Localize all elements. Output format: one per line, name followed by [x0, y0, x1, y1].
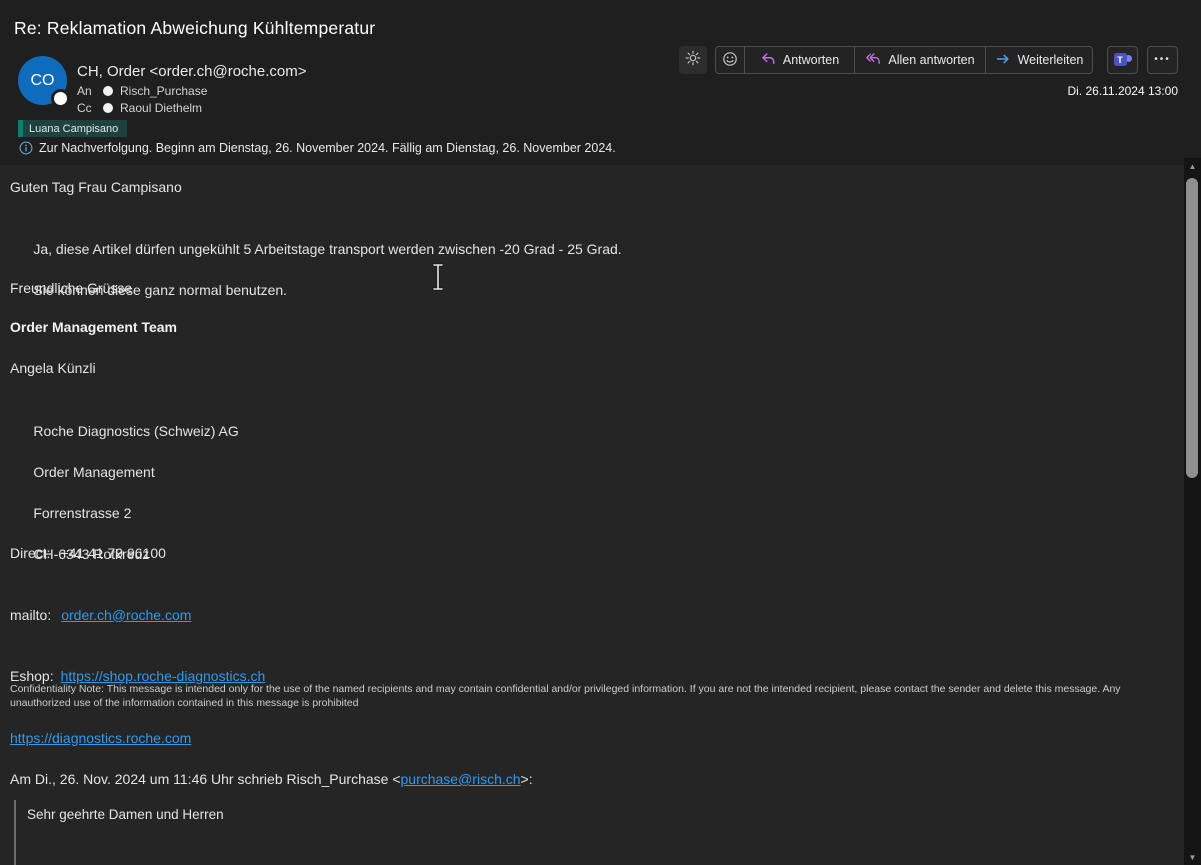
scroll-up-arrow-icon[interactable]: ▲ [1184, 162, 1201, 171]
quoted-message-header: Am Di., 26. Nov. 2024 um 11:46 Uhr schri… [10, 769, 533, 790]
reply-actions-group: Antworten Allen antworten Weiterleiten [715, 46, 1093, 74]
signature-contact-block: Direct: +41 41 79 96100 mailto: order.ch@r… [10, 502, 265, 789]
followup-flag-row: Zur Nachverfolgung. Beginn am Dienstag, … [19, 141, 616, 155]
mailto-row: mailto: order.ch@roche.com [10, 605, 265, 626]
cc-recipient[interactable]: Raoul Diethelm [120, 101, 202, 115]
info-icon [19, 141, 33, 155]
vertical-scrollbar[interactable]: ▲ ▼ [1184, 158, 1201, 865]
email-reading-pane: Re: Reklamation Abweichung Kühltemperatu… [0, 0, 1201, 865]
signature-name: Angela Künzli [10, 358, 96, 379]
quoted-greeting: Sehr geehrte Damen und Herren [27, 807, 224, 822]
category-tag[interactable]: Luana Campisano [18, 120, 127, 137]
direct-phone-row: Direct: +41 41 79 96100 [10, 543, 265, 564]
mailto-label: mailto: [10, 607, 51, 623]
to-recipients-row: An Risch_Purchase [77, 84, 207, 98]
confidentiality-note: Confidentiality Note: This message is in… [10, 682, 1175, 710]
reply-arrow-icon [760, 51, 776, 70]
forward-button-label: Weiterleiten [1018, 53, 1084, 67]
message-date: Di. 26.11.2024 13:00 [1067, 84, 1178, 98]
cc-label: Cc [77, 101, 97, 115]
more-actions-button[interactable]: ••• [1147, 46, 1178, 74]
followup-text: Zur Nachverfolgung. Beginn am Dienstag, … [39, 141, 616, 155]
quote-sender-email-link[interactable]: purchase@risch.ch [401, 771, 521, 787]
cc-recipients-row: Cc Raoul Diethelm [77, 101, 202, 115]
quote-header-prefix: Am Di., 26. Nov. 2024 um 11:46 Uhr schri… [10, 771, 401, 787]
reply-all-arrow-icon [865, 51, 881, 70]
to-label: An [77, 84, 97, 98]
message-body: Guten Tag Frau Campisano Ja, diese Artik… [0, 165, 1184, 865]
scroll-down-arrow-icon[interactable]: ▼ [1184, 853, 1201, 862]
quote-header-suffix: >: [521, 771, 533, 787]
add-reaction-button[interactable] [716, 47, 744, 73]
closing-line: Freundliche Grüsse [10, 278, 132, 299]
quoted-message-block: Sehr geehrte Damen und Herren [14, 800, 1154, 865]
reply-button[interactable]: Antworten [744, 47, 854, 73]
sender-name[interactable]: CH, Order <order.ch@roche.com> [77, 63, 306, 80]
share-to-teams-button[interactable]: T [1107, 46, 1138, 74]
reply-all-button-label: Allen antworten [888, 53, 974, 67]
scrollbar-thumb[interactable] [1186, 178, 1198, 478]
email-subject: Re: Reklamation Abweichung Kühltemperatu… [14, 18, 375, 39]
website-link[interactable]: https://diagnostics.roche.com [10, 730, 191, 746]
text-cursor [431, 262, 445, 297]
signature-department: Order Management [33, 464, 154, 480]
direct-phone-value: +41 41 79 96100 [60, 545, 166, 561]
forward-button[interactable]: Weiterleiten [985, 47, 1092, 73]
signature-company: Roche Diagnostics (Schweiz) AG [33, 423, 238, 439]
presence-dot-icon [103, 86, 113, 96]
paragraph-1: Ja, diese Artikel dürfen ungekühlt 5 Arb… [10, 218, 622, 321]
theme-toggle-button[interactable] [679, 46, 707, 74]
sun-icon [685, 50, 701, 71]
presence-dot-icon [103, 103, 113, 113]
greeting-line: Guten Tag Frau Campisano [10, 177, 182, 198]
signature-team: Order Management Team [10, 317, 177, 338]
reply-all-button[interactable]: Allen antworten [854, 47, 985, 73]
to-recipient[interactable]: Risch_Purchase [120, 84, 207, 98]
website-row: https://diagnostics.roche.com [10, 728, 265, 749]
mailto-link[interactable]: order.ch@roche.com [61, 607, 191, 623]
direct-label: Direct: [10, 545, 50, 561]
reply-button-label: Antworten [783, 53, 839, 67]
smiley-icon [722, 51, 738, 70]
teams-icon: T [1114, 52, 1132, 68]
paragraph-1-line-1: Ja, diese Artikel dürfen ungekühlt 5 Arb… [33, 241, 621, 257]
presence-badge [51, 89, 70, 108]
forward-arrow-icon [995, 51, 1011, 70]
